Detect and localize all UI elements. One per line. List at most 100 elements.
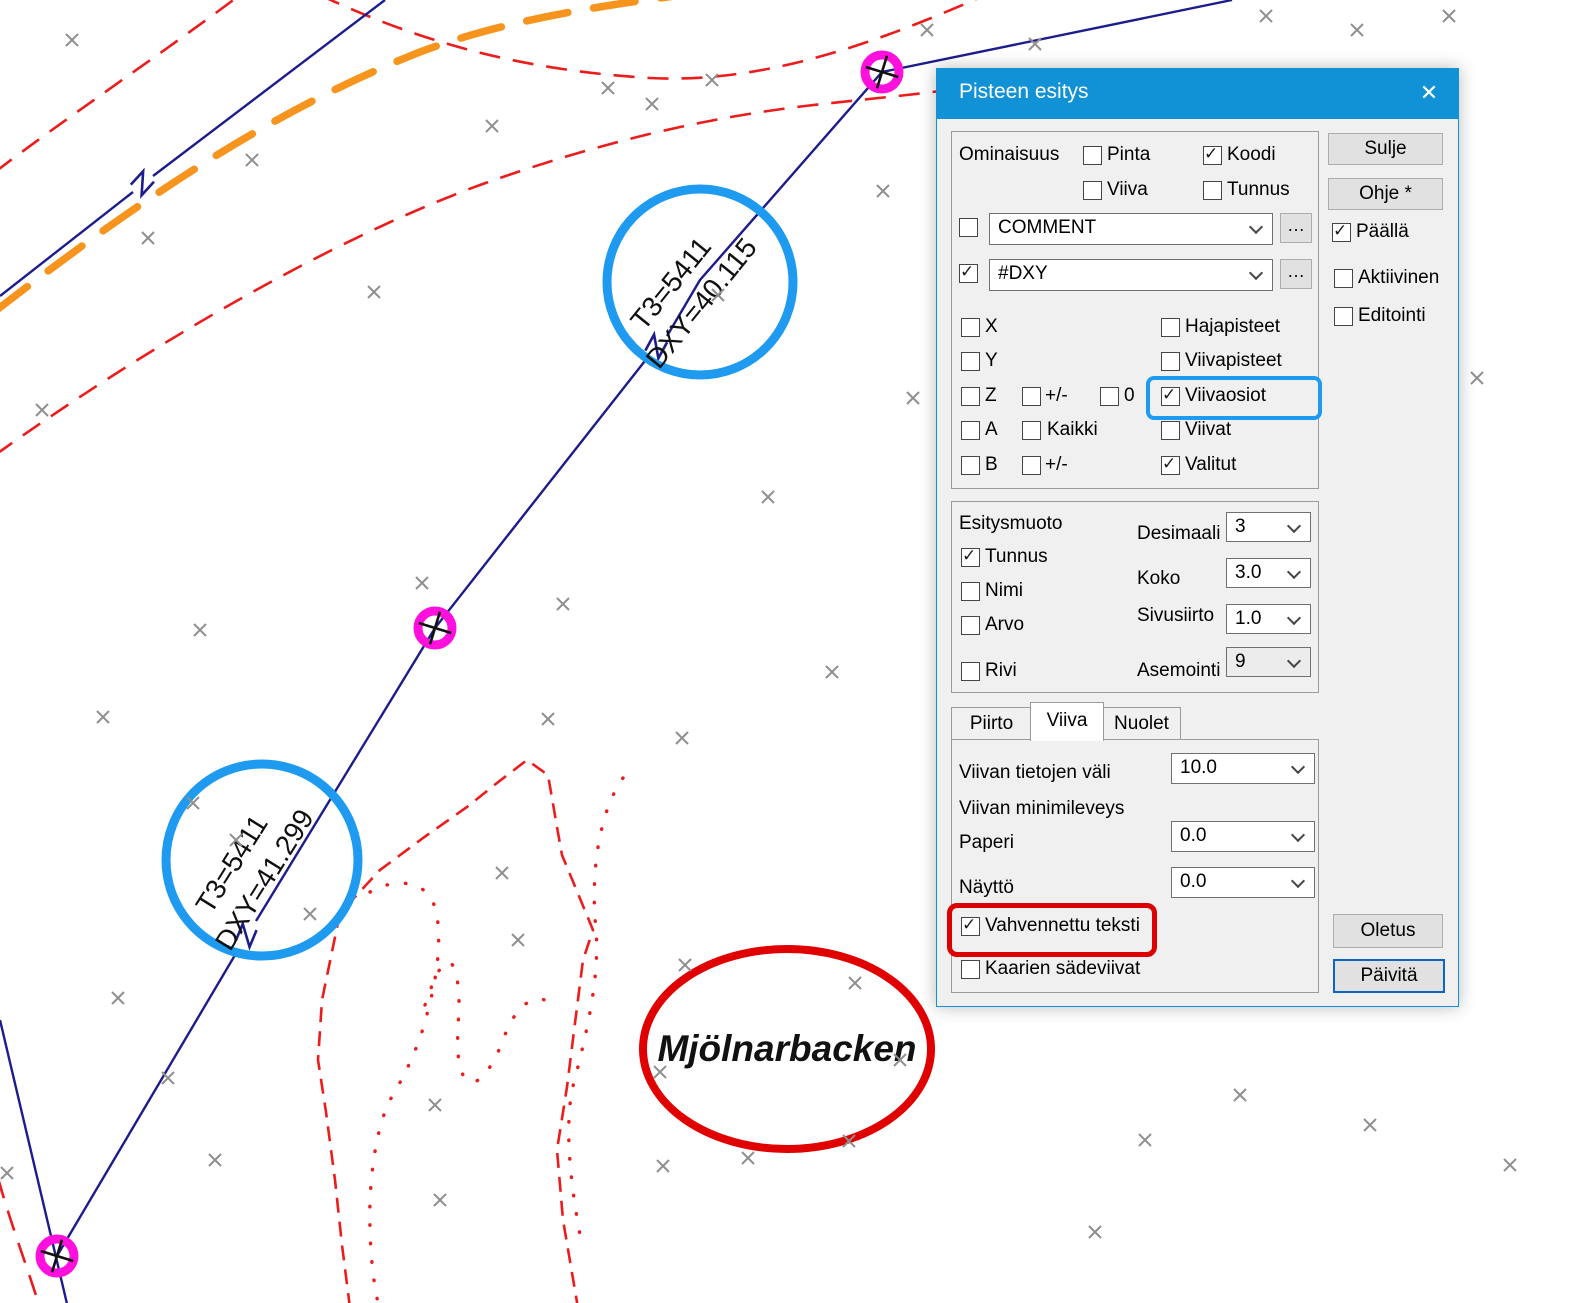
paperi-combobox[interactable]: 0.0	[1171, 821, 1315, 852]
survey-point-marker	[1234, 1089, 1246, 1101]
dialog-titlebar[interactable]: Pisteen esitys ✕	[937, 69, 1458, 119]
close-icon[interactable]: ✕	[1400, 69, 1458, 119]
asemointi-combobox[interactable]: 9	[1226, 647, 1311, 677]
naytto-label: Näyttö	[959, 877, 1014, 899]
survey-point-marker	[907, 392, 919, 404]
paivita-button[interactable]: Päivitä	[1333, 959, 1445, 993]
kaarien-checkbox[interactable]	[961, 960, 980, 979]
y-checkbox[interactable]	[961, 352, 980, 371]
survey-point-marker	[1364, 1119, 1376, 1131]
tab-piirto[interactable]: Piirto	[951, 707, 1032, 741]
chevron-down-icon	[1249, 220, 1263, 234]
esitys-tunnus-checkbox[interactable]: ✓	[961, 548, 980, 567]
arvo-label: Arvo	[985, 614, 1024, 636]
viiva-checkbox[interactable]	[1083, 181, 1102, 200]
pinta-checkbox[interactable]	[1083, 146, 1102, 165]
z-plusminus-label: +/-	[1045, 385, 1068, 407]
chevron-down-icon	[1287, 519, 1301, 533]
chevron-down-icon	[1291, 760, 1305, 774]
z-zero-checkbox[interactable]	[1100, 387, 1119, 406]
z-zero-label: 0	[1124, 385, 1135, 407]
chevron-down-icon	[1287, 654, 1301, 668]
survey-point-marker	[646, 98, 658, 110]
pinta-label: Pinta	[1107, 144, 1150, 166]
tab-nuolet[interactable]: Nuolet	[1102, 707, 1181, 741]
koodi-label: Koodi	[1227, 144, 1276, 166]
editointi-checkbox[interactable]	[1334, 307, 1353, 326]
tietojen-vali-combobox[interactable]: 10.0	[1171, 753, 1315, 784]
hajapisteet-checkbox[interactable]	[1161, 318, 1180, 337]
attr2-more-button[interactable]: …	[1280, 259, 1312, 289]
x-label: X	[985, 316, 998, 338]
b-plusminus-label: +/-	[1045, 454, 1068, 476]
tunnus-checkbox[interactable]	[1203, 181, 1222, 200]
survey-point-marker	[496, 867, 508, 879]
z-label: Z	[985, 385, 997, 407]
survey-point-marker	[877, 185, 889, 197]
valitut-checkbox[interactable]: ✓	[1161, 456, 1180, 475]
sivusiirto-combobox[interactable]: 1.0	[1226, 604, 1311, 634]
pisteen-esitys-dialog: Pisteen esitys ✕ Ominaisuus Pinta ✓ Kood…	[936, 68, 1459, 1007]
survey-point-marker	[921, 24, 933, 36]
chevron-down-icon	[1291, 828, 1305, 842]
tietojen-vali-label: Viivan tietojen väli	[959, 762, 1111, 784]
koodi-checkbox[interactable]: ✓	[1203, 146, 1222, 165]
koko-combobox[interactable]: 3.0	[1226, 558, 1311, 588]
survey-point-marker	[1443, 10, 1455, 22]
z-checkbox[interactable]	[961, 387, 980, 406]
attr2-checkbox[interactable]: ✓	[959, 264, 978, 283]
viivapisteet-checkbox[interactable]	[1161, 352, 1180, 371]
ominaisuus-label: Ominaisuus	[959, 144, 1059, 166]
viivat-checkbox[interactable]	[1161, 421, 1180, 440]
survey-point-marker	[706, 74, 718, 86]
survey-point-marker	[97, 711, 109, 723]
attr1-checkbox[interactable]	[959, 218, 978, 237]
rivi-checkbox[interactable]	[961, 662, 980, 681]
survey-point-marker	[209, 1154, 221, 1166]
a-checkbox[interactable]	[961, 421, 980, 440]
minimileveys-label: Viivan minimileveys	[959, 798, 1124, 820]
koko-label: Koko	[1137, 568, 1180, 590]
nimi-checkbox[interactable]	[961, 582, 980, 601]
tab-viiva[interactable]: Viiva	[1030, 702, 1104, 741]
chevron-down-icon	[1287, 611, 1301, 625]
tunnus-label: Tunnus	[1227, 179, 1290, 201]
ohje-button[interactable]: Ohje *	[1328, 178, 1443, 210]
x-checkbox[interactable]	[961, 318, 980, 337]
aktiivinen-label: Aktiivinen	[1358, 267, 1439, 289]
attr1-combobox[interactable]: COMMENT	[989, 213, 1273, 245]
b-label: B	[985, 454, 998, 476]
sulje-button[interactable]: Sulje	[1328, 133, 1443, 165]
desimaali-combobox[interactable]: 3	[1226, 512, 1311, 542]
viiva-label: Viiva	[1107, 179, 1148, 201]
area-inner-dotted	[569, 778, 623, 1235]
vahvennettu-highlight	[947, 903, 1157, 957]
paperi-label: Paperi	[959, 832, 1014, 854]
orange-dashed-line	[0, 0, 705, 312]
b-checkbox[interactable]	[961, 456, 980, 475]
survey-point-marker	[162, 1072, 174, 1084]
z-plusminus-checkbox[interactable]	[1022, 387, 1041, 406]
kaarien-label: Kaarien sädeviivat	[985, 958, 1140, 980]
y-label: Y	[985, 350, 998, 372]
editointi-label: Editointi	[1358, 305, 1426, 327]
esitys-tunnus-label: Tunnus	[985, 546, 1048, 568]
paalla-checkbox[interactable]: ✓	[1332, 223, 1351, 242]
aktiivinen-checkbox[interactable]	[1334, 269, 1353, 288]
area-inner-dotted	[425, 962, 545, 1082]
survey-point-marker	[36, 404, 48, 416]
arvo-checkbox[interactable]	[961, 616, 980, 635]
b-plusminus-checkbox[interactable]	[1022, 456, 1041, 475]
survey-point-marker	[557, 598, 569, 610]
survey-point-marker	[1504, 1159, 1516, 1171]
vertex-marker	[36, 51, 903, 1277]
a-label: A	[985, 419, 998, 441]
survey-point-marker	[657, 1160, 669, 1172]
oletus-button[interactable]: Oletus	[1333, 914, 1443, 948]
survey-point-marker	[142, 232, 154, 244]
kaikki-checkbox[interactable]	[1022, 421, 1041, 440]
naytto-combobox[interactable]: 0.0	[1171, 867, 1315, 898]
contour-dashed-line	[0, 1178, 40, 1303]
attr2-combobox[interactable]: #DXY	[989, 259, 1273, 291]
attr1-more-button[interactable]: …	[1280, 213, 1312, 243]
